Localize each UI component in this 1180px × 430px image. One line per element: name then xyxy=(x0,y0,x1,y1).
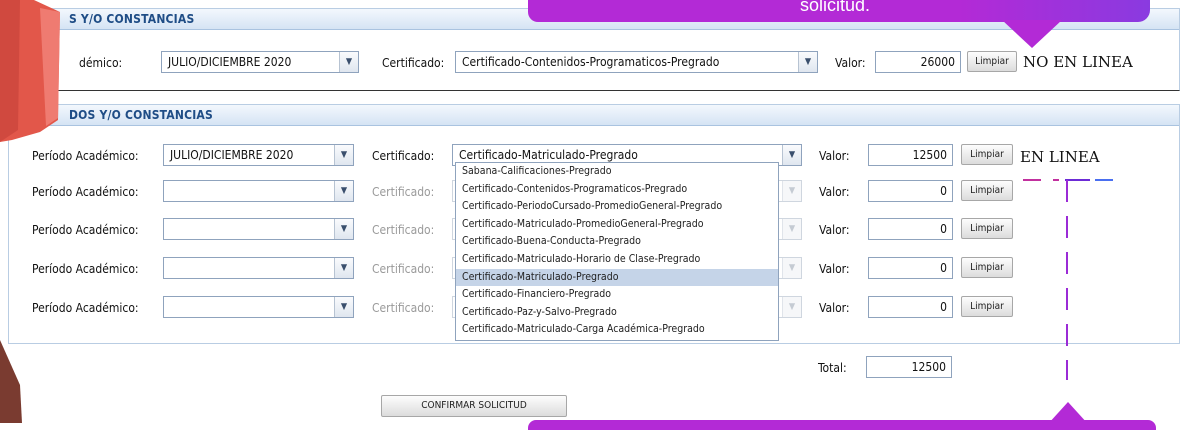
total-label: Total: xyxy=(818,361,847,375)
chevron-down-icon[interactable]: ▼ xyxy=(334,181,353,201)
status-en-linea: EN LINEA xyxy=(1020,148,1100,166)
valor-label: Valor: xyxy=(819,262,850,276)
status-no-en-linea: NO EN LINEA xyxy=(1023,53,1133,71)
periodo-select[interactable]: ▼ xyxy=(163,257,354,279)
periodo-label: Período Académico: xyxy=(32,301,139,315)
certificado-label: Certificado: xyxy=(382,56,445,70)
valor-label: Valor: xyxy=(819,149,850,163)
limpiar-button[interactable]: Limpiar xyxy=(961,218,1013,239)
certificado-select[interactable]: Certificado-Contenidos-Programaticos-Pre… xyxy=(455,51,818,73)
top-callout xyxy=(528,0,982,22)
certificado-value: Certificado-Matriculado-Pregrado xyxy=(459,148,638,162)
periodo-label: Período Académico: xyxy=(32,185,139,199)
periodo-value: JULIO/DICIEMBRE 2020 xyxy=(168,55,292,69)
chevron-down-icon: ▼ xyxy=(782,181,801,201)
limpiar-button[interactable]: Limpiar xyxy=(967,51,1017,72)
dropdown-option[interactable]: Certificado-Matriculado-Carga Académica-… xyxy=(456,321,778,339)
dropdown-option[interactable]: Sabana-Calificaciones-Pregrado xyxy=(456,163,778,181)
dropdown-option[interactable]: Certificado-Paz-y-Salvo-Pregrado xyxy=(456,304,778,322)
limpiar-button[interactable]: Limpiar xyxy=(961,296,1013,317)
periodo-label: Período Académico: xyxy=(32,262,139,276)
top-callout-edge xyxy=(960,0,1150,22)
valor-label: Valor: xyxy=(819,301,850,315)
valor-label: Valor: xyxy=(835,56,866,70)
periodo-label: Período Académico: xyxy=(32,223,139,237)
valor-input[interactable]: 12500 xyxy=(868,144,953,166)
periodo-select[interactable]: JULIO/DICIEMBRE 2020 ▼ xyxy=(163,144,354,166)
periodo-select[interactable]: ▼ xyxy=(163,296,354,318)
chevron-down-icon[interactable]: ▼ xyxy=(798,52,817,72)
certificado-label: Certificado: xyxy=(372,223,435,237)
dropdown-option[interactable]: Certificado-Matriculado-PromedioGeneral-… xyxy=(456,216,778,234)
top-callout-text: solicitud. xyxy=(800,0,871,15)
dropdown-option[interactable]: Certificado-PeriodoCursado-PromedioGener… xyxy=(456,198,778,216)
certificado-value: Certificado-Contenidos-Programaticos-Pre… xyxy=(462,55,720,69)
chevron-down-icon[interactable]: ▼ xyxy=(334,219,353,239)
periodo-value: JULIO/DICIEMBRE 2020 xyxy=(170,148,294,162)
panel-2-title: DOS Y/O CONSTANCIAS xyxy=(9,105,1179,126)
limpiar-button[interactable]: Limpiar xyxy=(961,257,1013,278)
valor-input[interactable]: 0 xyxy=(868,296,953,318)
dropdown-option[interactable]: Certificado-Buena-Conducta-Pregrado xyxy=(456,233,778,251)
limpiar-button[interactable]: Limpiar xyxy=(961,144,1013,165)
chevron-down-icon: ▼ xyxy=(782,297,801,317)
bottom-callout-pointer xyxy=(1048,402,1088,424)
certificado-label: Certificado: xyxy=(372,185,435,199)
certificado-label: Certificado: xyxy=(372,149,435,163)
chevron-down-icon[interactable]: ▼ xyxy=(334,145,353,165)
valor-input[interactable]: 0 xyxy=(868,218,953,240)
valor-input[interactable]: 0 xyxy=(868,257,953,279)
dropdown-option[interactable]: Certificado-Financiero-Pregrado xyxy=(456,286,778,304)
certificado-dropdown-list[interactable]: Sabana-Calificaciones-Pregrado Certificad… xyxy=(455,162,779,341)
valor-input[interactable]: 0 xyxy=(868,180,953,202)
chevron-down-icon[interactable]: ▼ xyxy=(782,145,801,165)
certificado-label: Certificado: xyxy=(372,301,435,315)
ribbon-decoration xyxy=(0,0,60,142)
periodo-select[interactable]: JULIO/DICIEMBRE 2020 ▼ xyxy=(161,51,359,73)
chevron-down-icon[interactable]: ▼ xyxy=(334,258,353,278)
dropdown-option[interactable]: Certificado-Contenidos-Programaticos-Pre… xyxy=(456,181,778,199)
periodo-select[interactable]: ▼ xyxy=(163,180,354,202)
limpiar-button[interactable]: Limpiar xyxy=(961,180,1013,201)
periodo-select[interactable]: ▼ xyxy=(163,218,354,240)
valor-label: Valor: xyxy=(819,185,850,199)
certificado-label: Certificado: xyxy=(372,262,435,276)
periodo-label: démico: xyxy=(79,56,123,70)
chevron-down-icon[interactable]: ▼ xyxy=(339,52,358,72)
valor-input[interactable]: 26000 xyxy=(875,51,961,73)
top-callout-pointer xyxy=(1002,20,1062,48)
chevron-down-icon: ▼ xyxy=(782,258,801,278)
dropdown-option[interactable]: Certificado-Matriculado-Horario de Clase… xyxy=(456,251,778,269)
total-input: 12500 xyxy=(866,356,952,378)
corner-decoration xyxy=(0,340,22,423)
chevron-down-icon[interactable]: ▼ xyxy=(334,297,353,317)
confirmar-solicitud-button[interactable]: CONFIRMAR SOLICITUD xyxy=(381,395,567,417)
dropdown-option[interactable]: Certificado-Matriculado-Pregrado xyxy=(456,268,778,287)
periodo-label: Período Académico: xyxy=(32,149,139,163)
valor-label: Valor: xyxy=(819,223,850,237)
chevron-down-icon: ▼ xyxy=(782,219,801,239)
dashed-connector xyxy=(1023,179,1125,380)
